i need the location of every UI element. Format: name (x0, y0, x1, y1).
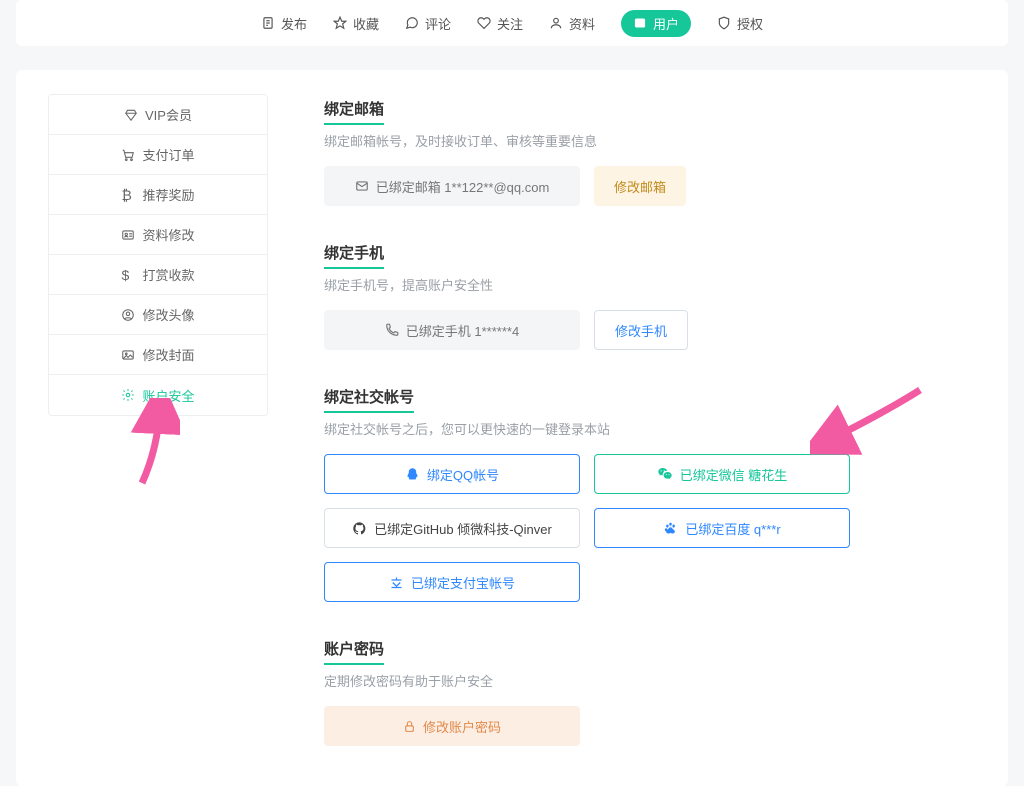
phone-icon (385, 323, 399, 337)
section-phone: 绑定手机 绑定手机号，提高账户安全性 已绑定手机 1******4 修改手机 (324, 242, 976, 350)
bind-alipay-button[interactable]: 已绑定支付宝帐号 (324, 562, 580, 602)
nav-user[interactable]: 用户 (621, 10, 691, 37)
annotation-arrow-sidebar (130, 398, 180, 488)
section-email: 绑定邮箱 绑定邮箱帐号，及时接收订单、审核等重要信息 已绑定邮箱 1**122*… (324, 98, 976, 206)
nav-label: 关注 (497, 14, 523, 33)
section-title: 绑定手机 (324, 242, 384, 269)
nav-label: 收藏 (353, 14, 379, 33)
bound-phone-box: 已绑定手机 1******4 (324, 310, 580, 350)
diamond-icon (124, 108, 138, 122)
bind-github-button[interactable]: 已绑定GitHub 倾微科技-Qinver (324, 508, 580, 548)
bitcoin-icon: ₿ (121, 188, 135, 202)
document-icon (261, 16, 275, 30)
social-label: 绑定QQ帐号 (427, 465, 499, 484)
github-icon (352, 521, 367, 536)
social-label: 已绑定GitHub 倾微科技-Qinver (374, 519, 552, 538)
nav-label: 评论 (425, 14, 451, 33)
bound-email-text: 已绑定邮箱 1**122**@qq.com (376, 177, 550, 196)
password-label: 修改账户密码 (423, 717, 501, 736)
nav-auth[interactable]: 授权 (717, 14, 763, 33)
change-email-button[interactable]: 修改邮箱 (594, 166, 686, 206)
sidebar-item-label: 支付订单 (142, 145, 194, 164)
bind-baidu-button[interactable]: 已绑定百度 q***r (594, 508, 850, 548)
sidebar-item-label: 推荐奖励 (142, 185, 194, 204)
change-phone-button[interactable]: 修改手机 (594, 310, 688, 350)
user-icon (549, 16, 563, 30)
sidebar-item-vip[interactable]: VIP会员 (49, 95, 267, 135)
social-label: 已绑定微信 糖花生 (680, 465, 788, 484)
nav-label: 资料 (569, 14, 595, 33)
sidebar-item-label: 资料修改 (142, 225, 194, 244)
sidebar-item-edit-profile[interactable]: 资料修改 (49, 215, 267, 255)
section-title: 绑定社交帐号 (324, 386, 414, 413)
sidebar-item-label: 打赏收款 (142, 265, 194, 284)
section-desc: 绑定手机号，提高账户安全性 (324, 275, 976, 294)
nav-favorite[interactable]: 收藏 (333, 14, 379, 33)
sidebar-item-avatar[interactable]: 修改头像 (49, 295, 267, 335)
baidu-icon (663, 521, 678, 536)
idcard-icon (121, 228, 135, 242)
image-icon (121, 348, 135, 362)
sidebar-item-cover[interactable]: 修改封面 (49, 335, 267, 375)
lock-icon (403, 720, 416, 733)
social-label: 已绑定支付宝帐号 (411, 573, 515, 592)
sidebar-item-label: 修改头像 (142, 305, 194, 324)
bound-email-box: 已绑定邮箱 1**122**@qq.com (324, 166, 580, 206)
dollar-icon: $ (121, 268, 135, 282)
bind-wechat-button[interactable]: 已绑定微信 糖花生 (594, 454, 850, 494)
nav-label: 授权 (737, 14, 763, 33)
comment-icon (405, 16, 419, 30)
section-title: 绑定邮箱 (324, 98, 384, 125)
change-password-button[interactable]: 修改账户密码 (324, 706, 580, 746)
nav-profile[interactable]: 资料 (549, 14, 595, 33)
badge-icon (633, 16, 647, 30)
cart-icon (121, 148, 135, 162)
nav-comment[interactable]: 评论 (405, 14, 451, 33)
sidebar-item-orders[interactable]: 支付订单 (49, 135, 267, 175)
bind-qq-button[interactable]: 绑定QQ帐号 (324, 454, 580, 494)
user-circle-icon (121, 308, 135, 322)
sidebar-item-tip[interactable]: $ 打赏收款 (49, 255, 267, 295)
sidebar-item-label: 修改封面 (142, 345, 194, 364)
top-nav: 发布 收藏 评论 关注 资料 用户 授权 (16, 0, 1008, 46)
sidebar-item-reward[interactable]: ₿ 推荐奖励 (49, 175, 267, 215)
sidebar-item-label: VIP会员 (145, 105, 192, 124)
nav-label: 发布 (281, 14, 307, 33)
annotation-arrow-wechat (810, 380, 930, 460)
shield-icon (717, 16, 731, 30)
section-password: 账户密码 定期修改密码有助于账户安全 修改账户密码 (324, 638, 976, 746)
section-desc: 绑定邮箱帐号，及时接收订单、审核等重要信息 (324, 131, 976, 150)
social-label: 已绑定百度 q***r (685, 519, 780, 538)
heart-icon (477, 16, 491, 30)
nav-label: 用户 (653, 14, 679, 33)
alipay-icon (389, 575, 404, 590)
qq-icon (405, 467, 420, 482)
section-title: 账户密码 (324, 638, 384, 665)
sidebar: VIP会员 支付订单 ₿ 推荐奖励 资料修改 $ 打赏收款 修改头像 (48, 94, 268, 416)
wechat-icon (657, 466, 673, 482)
section-desc: 定期修改密码有助于账户安全 (324, 671, 976, 690)
star-icon (333, 16, 347, 30)
bound-phone-text: 已绑定手机 1******4 (406, 321, 519, 340)
envelope-icon (355, 179, 369, 193)
nav-follow[interactable]: 关注 (477, 14, 523, 33)
nav-publish[interactable]: 发布 (261, 14, 307, 33)
